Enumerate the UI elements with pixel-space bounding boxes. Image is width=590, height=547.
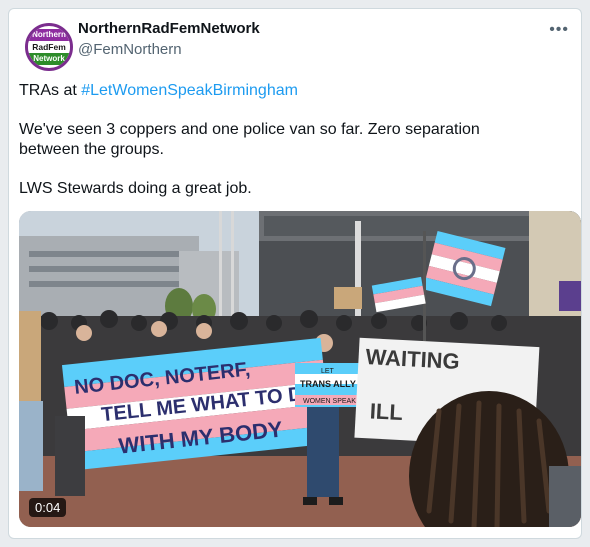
sign-line-1: LET [321, 368, 335, 375]
hashtag-link[interactable]: #LetWomenSpeakBirmingham [81, 82, 298, 99]
sign-waiting-text: WAITING [365, 344, 460, 374]
avatar-line-1: Northern [28, 29, 70, 41]
display-name[interactable]: NorthernRadFemNetwork [78, 20, 260, 37]
sign-ill-text: ILL [369, 398, 403, 425]
tweet-text-line-3: between the groups. [19, 141, 164, 158]
sign-line-2: TRANS ALLY [300, 379, 356, 389]
tweet-card: Northern RadFem Network NorthernRadFemNe… [8, 8, 582, 539]
tweet-text-line-2: We've seen 3 coppers and one police van … [19, 121, 480, 138]
video-duration-badge: 0:04 [29, 498, 67, 517]
sign-line-3: WOMEN SPEAK [303, 398, 356, 405]
avatar-line-2: RadFem [28, 41, 70, 53]
tweet-text-line-4: LWS Stewards doing a great job. [19, 180, 252, 197]
protest-scene-image: NO DOC, NOTERF, TELL ME WHAT TO DO WITH … [19, 211, 581, 527]
more-options-icon[interactable]: ••• [549, 21, 569, 39]
avatar[interactable]: Northern RadFem Network [25, 23, 73, 71]
user-handle[interactable]: @FemNorthern [78, 41, 182, 58]
tweet-text-prefix: TRAs at [19, 82, 82, 99]
avatar-line-3: Network [28, 53, 70, 65]
video-thumbnail[interactable]: NO DOC, NOTERF, TELL ME WHAT TO DO WITH … [19, 211, 581, 527]
tweet-text-line-1: TRAs at #LetWomenSpeakBirmingham [19, 81, 298, 101]
